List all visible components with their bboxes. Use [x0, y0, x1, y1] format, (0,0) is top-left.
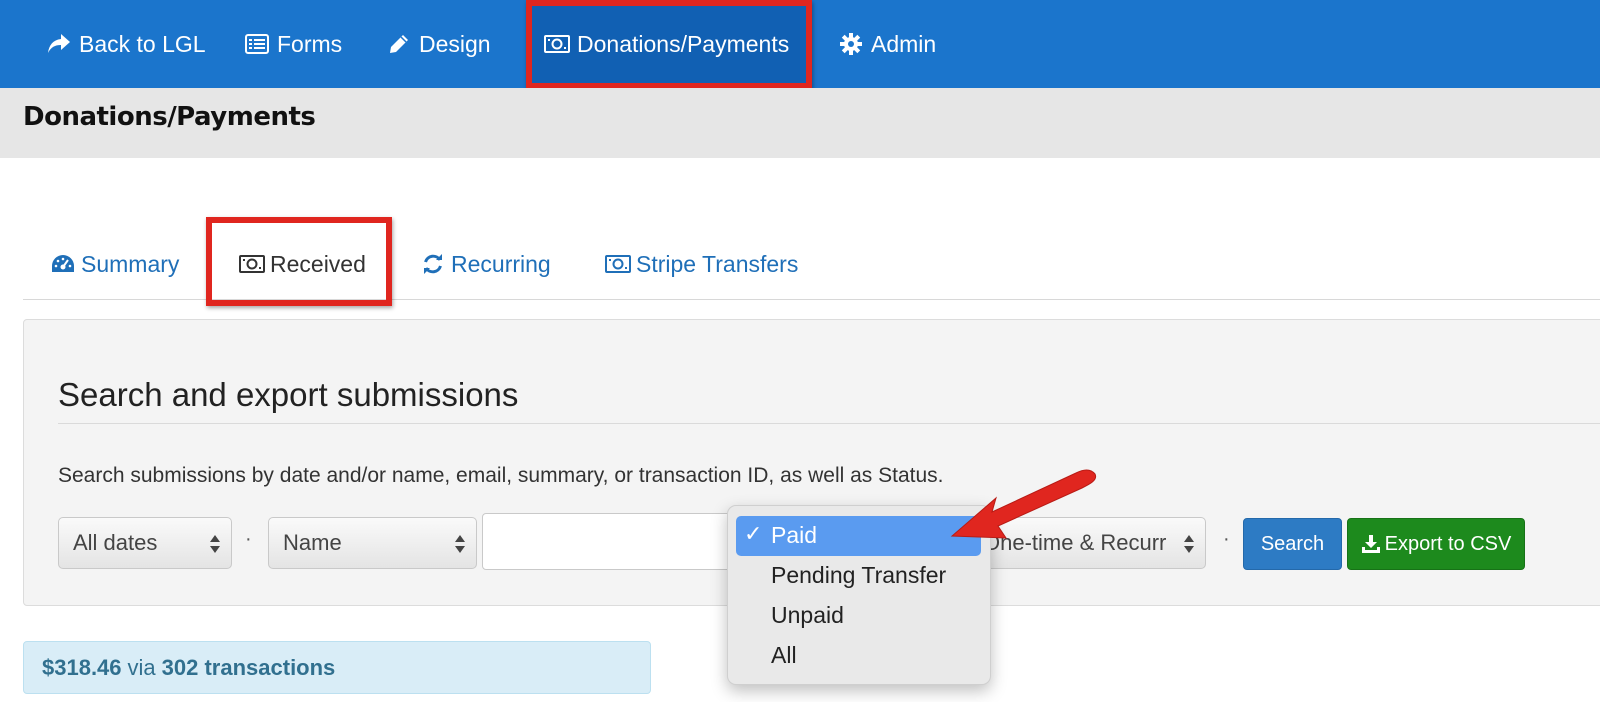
nav-forms[interactable]: Forms: [244, 0, 342, 88]
nav-back-to-lgl[interactable]: Back to LGL: [46, 0, 206, 88]
separator-dot: ·: [245, 528, 252, 550]
money-icon: [605, 252, 631, 276]
nav-admin[interactable]: Admin: [838, 0, 936, 88]
select-arrows-icon: [1184, 535, 1194, 553]
download-icon: [1361, 534, 1381, 554]
tab-label: Summary: [81, 250, 180, 277]
separator-dot: ·: [1223, 528, 1230, 550]
nav-label: Admin: [871, 30, 937, 57]
share-arrow-icon: [46, 31, 72, 57]
status-option-pending-transfer[interactable]: Pending Transfer: [771, 562, 946, 589]
summary-via: via: [127, 654, 156, 680]
search-panel-title: Search and export submissions: [58, 376, 519, 413]
search-field-select[interactable]: Name: [268, 517, 477, 569]
gear-icon: [838, 31, 864, 57]
summary-amount: $318.46: [42, 654, 122, 680]
export-label: Export to CSV: [1384, 532, 1512, 555]
select-value: Name: [283, 530, 342, 555]
summary-transactions: 302 transactions: [161, 654, 336, 680]
nav-label: Forms: [277, 30, 343, 57]
export-csv-button[interactable]: Export to CSV: [1347, 518, 1525, 570]
dashboard-icon: [50, 252, 76, 276]
select-value: All dates: [73, 530, 158, 555]
highlight-box-tab: [206, 217, 392, 306]
search-panel-divider: [58, 423, 1600, 424]
search-query-input[interactable]: [482, 513, 742, 570]
pencil-icon: [386, 31, 412, 57]
status-option-label: Paid: [771, 522, 818, 548]
tab-stripe-transfers[interactable]: Stripe Transfers: [605, 246, 798, 282]
tab-summary[interactable]: Summary: [50, 246, 179, 282]
tab-label: Recurring: [451, 250, 551, 277]
nav-design[interactable]: Design: [386, 0, 491, 88]
select-arrows-icon: [210, 535, 220, 553]
page-title: Donations/Payments: [23, 102, 316, 132]
refresh-icon: [420, 252, 446, 276]
list-icon: [244, 31, 270, 57]
nav-label: Back to LGL: [79, 30, 206, 57]
status-option-all[interactable]: All: [771, 642, 797, 669]
date-range-select[interactable]: All dates: [58, 517, 232, 569]
red-arrow-icon: [950, 469, 1097, 539]
status-option-unpaid[interactable]: Unpaid: [771, 602, 844, 629]
tab-recurring[interactable]: Recurring: [420, 246, 551, 282]
transactions-summary: $318.46 via 302 transactions: [23, 641, 651, 694]
select-arrows-icon: [455, 535, 465, 553]
highlight-box-nav: [526, 0, 812, 89]
nav-label: Design: [419, 30, 491, 57]
search-description: Search submissions by date and/or name, …: [58, 464, 944, 487]
tab-label: Stripe Transfers: [636, 250, 799, 277]
search-button[interactable]: Search: [1243, 518, 1342, 570]
checkmark-icon: ✓: [744, 521, 763, 546]
